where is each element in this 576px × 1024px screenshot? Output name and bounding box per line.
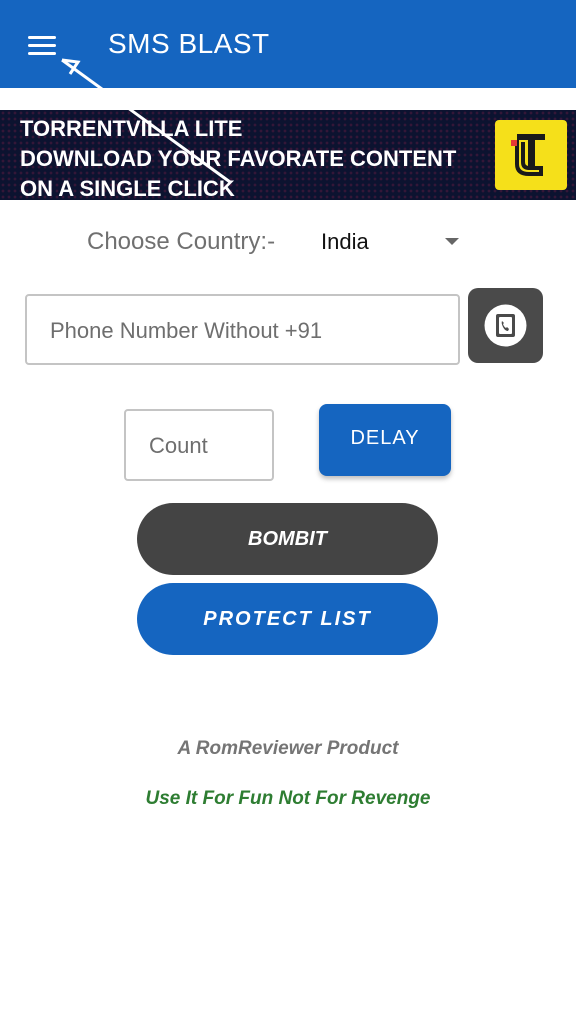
- ad-banner[interactable]: TORRENTVILLA LITE DOWNLOAD YOUR FAVORATE…: [0, 110, 576, 200]
- app-title: SMS BLAST: [108, 28, 270, 59]
- count-input[interactable]: Count: [124, 409, 274, 481]
- bombit-button-label: BOMBIT: [248, 528, 327, 550]
- pick-contact-button[interactable]: [468, 288, 543, 363]
- banner-line-3: ON A SINGLE CLICK: [20, 176, 235, 200]
- app-bar: SMS BLAST: [0, 0, 576, 88]
- credit-text: A RomReviewer Product: [177, 738, 399, 759]
- menu-line: [28, 44, 56, 47]
- contact-book-icon: [484, 304, 527, 347]
- menu-line: [28, 52, 56, 55]
- chevron-down-icon: [445, 238, 459, 245]
- count-placeholder: Count: [149, 433, 208, 458]
- banner-text: TORRENTVILLA LITE DOWNLOAD YOUR FAVORATE…: [20, 114, 456, 200]
- tagline-text: Use It For Fun Not For Revenge: [145, 788, 431, 809]
- phone-number-placeholder: Phone Number Without +91: [50, 318, 323, 343]
- menu-line: [28, 36, 56, 39]
- protect-list-button-label: PROTECT LIST: [203, 608, 372, 630]
- hamburger-menu-icon[interactable]: [20, 24, 64, 64]
- bombit-button[interactable]: BOMBIT: [137, 503, 438, 575]
- country-label: Choose Country:-: [87, 228, 276, 255]
- country-dropdown[interactable]: India: [321, 224, 467, 258]
- delay-button[interactable]: DELAY: [319, 404, 451, 476]
- delay-button-label: DELAY: [350, 427, 420, 449]
- torrentvilla-logo-icon: [495, 120, 567, 190]
- phone-number-input[interactable]: Phone Number Without +91: [25, 294, 460, 365]
- protect-list-button[interactable]: PROTECT LIST: [137, 583, 438, 655]
- torrentvilla-logo-mark: [511, 134, 545, 176]
- banner-line-2: DOWNLOAD YOUR FAVORATE CONTENT: [20, 146, 457, 171]
- country-selected-value: India: [321, 229, 369, 254]
- banner-line-1: TORRENTVILLA LITE: [20, 116, 243, 141]
